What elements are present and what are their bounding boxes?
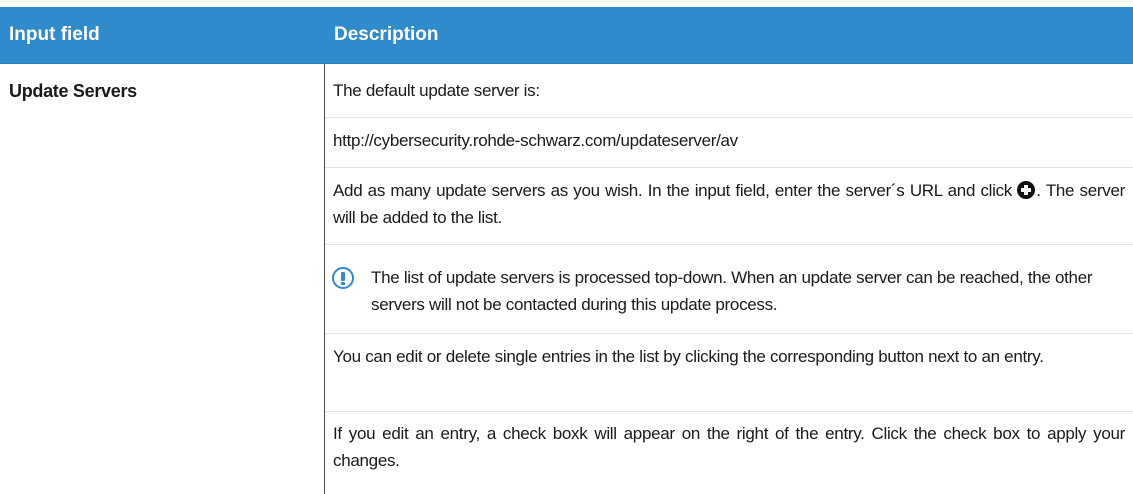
divider — [325, 411, 1133, 412]
edit-entry-text: If you edit an entry, a check boxk will … — [333, 424, 1125, 470]
note-box: The list of update servers is processed … — [325, 244, 1133, 322]
edit-delete-text: You can edit or delete single entries in… — [333, 347, 1044, 366]
header-input-field: Input field — [9, 24, 100, 45]
divider — [325, 333, 1133, 334]
default-server-text: The default update server is: — [333, 81, 540, 100]
default-server-url: http://cybersecurity.rohde-schwarz.com/u… — [333, 131, 738, 150]
table-header-row: Input field Description — [0, 7, 1133, 64]
parameter-table: Input field Description Update Servers T… — [0, 7, 1133, 494]
field-name-update-servers: Update Servers — [0, 64, 325, 494]
table-row: Update Servers The default update server… — [0, 64, 1133, 494]
plus-circle-icon — [1017, 181, 1036, 199]
header-description: Description — [334, 24, 439, 45]
exclamation-circle-icon — [332, 267, 354, 289]
add-servers-text: Add as many update servers as you wish. … — [333, 177, 1125, 231]
note-text: The list of update servers is processed … — [371, 268, 1093, 314]
divider — [325, 117, 1133, 118]
divider — [325, 167, 1133, 168]
field-description: The default update server is: http://cyb… — [325, 64, 1133, 494]
add-servers-text-before: Add as many update servers as you wish. … — [333, 181, 1013, 200]
